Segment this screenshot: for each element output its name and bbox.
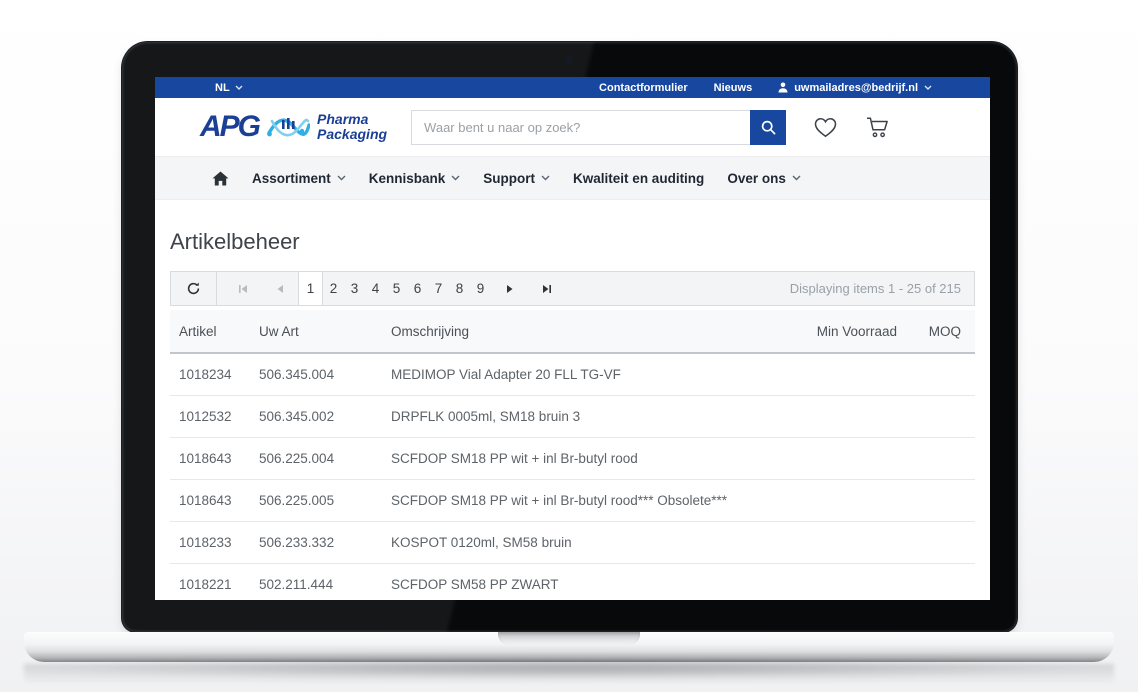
chevron-down-icon: [541, 175, 550, 181]
nav-item-kennisbank[interactable]: Kennisbank: [369, 171, 461, 186]
page-number-9[interactable]: 9: [470, 272, 491, 305]
table-row[interactable]: 1012532 506.345.002 DRPFLK 0005ml, SM18 …: [170, 396, 975, 438]
table-row[interactable]: 1018643 506.225.005 SCFDOP SM18 PP wit +…: [170, 480, 975, 522]
dna-helix-icon: [266, 111, 310, 143]
previous-page-icon: [276, 284, 284, 294]
user-icon: [778, 82, 788, 93]
page-number-4[interactable]: 4: [365, 272, 386, 305]
cell-uw-art: 506.345.004: [259, 367, 391, 382]
column-header-min-voorraad[interactable]: Min Voorraad: [789, 324, 897, 339]
cell-artikel: 1018643: [179, 451, 259, 466]
page-number-1[interactable]: 1: [298, 272, 323, 305]
article-table: Artikel Uw Art Omschrijving Min Voorraad…: [170, 310, 975, 600]
first-page-icon: [238, 284, 248, 294]
cell-omschrijving: KOSPOT 0120ml, SM58 bruin: [391, 535, 789, 550]
laptop-lid: NL Contactformulier Nieuws uwmailadres@b…: [122, 42, 1017, 632]
pagination-toolbar: 1 2 3 4 5 6 7 8 9: [170, 271, 975, 306]
topbar-link-contactformulier[interactable]: Contactformulier: [599, 82, 688, 94]
webcam: [565, 56, 573, 64]
cell-uw-art: 502.211.444: [259, 577, 391, 592]
column-header-omschrijving[interactable]: Omschrijving: [391, 324, 789, 339]
browser-screen: NL Contactformulier Nieuws uwmailadres@b…: [155, 77, 990, 600]
cell-uw-art: 506.345.002: [259, 409, 391, 424]
page-title: Artikelbeheer: [170, 229, 975, 255]
chevron-down-icon: [792, 175, 801, 181]
language-label: NL: [215, 82, 230, 94]
laptop-base-notch: [498, 632, 640, 645]
table-row[interactable]: 1018643 506.225.004 SCFDOP SM18 PP wit +…: [170, 438, 975, 480]
chevron-down-icon: [924, 85, 932, 90]
chevron-down-icon: [337, 175, 346, 181]
next-page-icon: [506, 284, 514, 294]
cell-artikel: 1018221: [179, 577, 259, 592]
main-navigation: Assortiment Kennisbank Support Kwaliteit…: [155, 156, 990, 200]
user-account-menu[interactable]: uwmailadres@bedrijf.nl: [778, 82, 932, 94]
top-utility-bar: NL Contactformulier Nieuws uwmailadres@b…: [155, 77, 990, 98]
page-number-3[interactable]: 3: [344, 272, 365, 305]
cell-omschrijving: SCFDOP SM18 PP wit + inl Br-butyl rood**…: [391, 493, 789, 508]
search-input[interactable]: [411, 110, 750, 145]
column-header-uw-art[interactable]: Uw Art: [259, 324, 391, 339]
page-number-6[interactable]: 6: [407, 272, 428, 305]
page-number-2[interactable]: 2: [323, 272, 344, 305]
last-page-button[interactable]: [528, 272, 565, 305]
heart-icon: [813, 116, 838, 138]
first-page-button[interactable]: [224, 272, 261, 305]
refresh-button[interactable]: [171, 272, 217, 305]
page-content: Artikelbeheer: [155, 229, 990, 600]
nav-item-over-ons[interactable]: Over ons: [727, 171, 801, 186]
search-button[interactable]: [750, 110, 786, 145]
language-selector[interactable]: NL: [215, 82, 243, 94]
user-email: uwmailadres@bedrijf.nl: [794, 82, 918, 94]
cart-icon: [865, 116, 891, 139]
cell-artikel: 1018234: [179, 367, 259, 382]
cell-uw-art: 506.225.005: [259, 493, 391, 508]
cell-omschrijving: DRPFLK 0005ml, SM18 bruin 3: [391, 409, 789, 424]
cell-omschrijving: SCFDOP SM18 PP wit + inl Br-butyl rood: [391, 451, 789, 466]
chevron-down-icon: [451, 175, 460, 181]
laptop-reflection: [24, 664, 1114, 690]
table-row[interactable]: 1018233 506.233.332 KOSPOT 0120ml, SM58 …: [170, 522, 975, 564]
table-row[interactable]: 1018234 506.345.004 MEDIMOP Vial Adapter…: [170, 354, 975, 396]
cell-omschrijving: MEDIMOP Vial Adapter 20 FLL TG-VF: [391, 367, 789, 382]
refresh-icon: [186, 281, 201, 296]
company-logo: APG Pharma Packaging: [200, 111, 387, 143]
cell-artikel: 1018233: [179, 535, 259, 550]
page-number-8[interactable]: 8: [449, 272, 470, 305]
wishlist-button[interactable]: [813, 116, 838, 138]
nav-item-assortiment[interactable]: Assortiment: [252, 171, 346, 186]
home-icon: [212, 171, 229, 186]
pagination-status: Displaying items 1 - 25 of 215: [790, 281, 974, 296]
topbar-link-nieuws[interactable]: Nieuws: [714, 82, 753, 94]
search-icon: [761, 120, 776, 135]
chevron-down-icon: [235, 85, 243, 90]
cell-omschrijving: SCFDOP SM58 PP ZWART: [391, 577, 789, 592]
logo-tagline: Pharma Packaging: [317, 112, 387, 143]
search-bar: [411, 110, 786, 145]
nav-item-kwaliteit-en-auditing[interactable]: Kwaliteit en auditing: [573, 171, 704, 186]
logo-brand-text: APG: [200, 112, 259, 142]
page-number-5[interactable]: 5: [386, 272, 407, 305]
site-header: APG Pharma Packaging: [155, 98, 990, 156]
table-row[interactable]: 1018221 502.211.444 SCFDOP SM58 PP ZWART: [170, 564, 975, 600]
cell-artikel: 1012532: [179, 409, 259, 424]
last-page-icon: [542, 284, 552, 294]
previous-page-button[interactable]: [261, 272, 298, 305]
column-header-moq[interactable]: MOQ: [897, 324, 961, 339]
cell-uw-art: 506.225.004: [259, 451, 391, 466]
column-header-artikel[interactable]: Artikel: [179, 324, 259, 339]
next-page-button[interactable]: [491, 272, 528, 305]
nav-item-support[interactable]: Support: [483, 171, 550, 186]
cell-uw-art: 506.233.332: [259, 535, 391, 550]
cart-button[interactable]: [865, 116, 891, 139]
cell-artikel: 1018643: [179, 493, 259, 508]
page-number-7[interactable]: 7: [428, 272, 449, 305]
nav-home-button[interactable]: [212, 171, 229, 186]
table-header-row: Artikel Uw Art Omschrijving Min Voorraad…: [170, 310, 975, 354]
